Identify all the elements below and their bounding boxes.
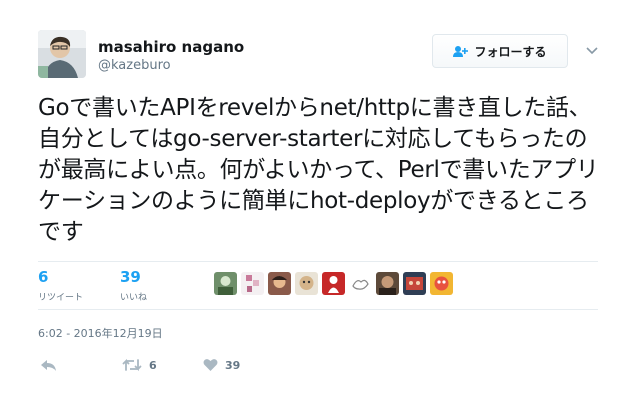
tweet-timestamp[interactable]: 6:02 - 2016年12月19日 [38,325,163,341]
more-options-chevron-down-icon[interactable] [584,44,600,58]
liker-avatars [214,272,453,295]
reply-icon [41,360,56,371]
retweet-stat[interactable]: 6 リツイート [38,268,83,303]
liker-avatar[interactable] [349,272,372,295]
liker-avatar[interactable] [430,272,453,295]
like-stat[interactable]: 39 いいね [120,268,147,303]
user-name[interactable]: masahiro nagano [98,38,244,56]
retweet-stat-label: リツイート [38,293,84,303]
user-avatar[interactable] [38,30,86,78]
retweet-stat-count: 6 [38,268,49,286]
retweet-icon [122,358,142,372]
liker-avatar[interactable] [295,272,318,295]
like-button[interactable]: 39 [203,358,240,372]
tweet-text: Goで書いたAPIをrevelからnet/httpに書き直した話、自分としてはg… [38,95,599,245]
retweet-button[interactable]: 6 [122,358,157,372]
heart-icon [203,359,218,371]
follow-button-label: フォローする [474,44,547,59]
like-stat-label: いいね [120,293,148,303]
liker-avatar[interactable] [376,272,399,295]
reply-button[interactable] [40,358,57,372]
liker-avatar[interactable] [403,272,426,295]
liker-avatar[interactable] [241,272,264,295]
like-count: 39 [225,358,241,372]
stats-divider-top [38,261,598,262]
stats-divider-bottom [38,309,598,310]
follow-button[interactable]: フォローする [432,34,568,68]
avatar-image [38,30,86,78]
liker-avatar[interactable] [214,272,237,295]
liker-avatar[interactable] [322,272,345,295]
add-user-icon [453,45,469,57]
liker-avatar[interactable] [268,272,291,295]
user-handle[interactable]: @kazeburo [98,58,171,73]
retweet-count: 6 [149,358,157,372]
like-stat-count: 39 [120,268,141,286]
